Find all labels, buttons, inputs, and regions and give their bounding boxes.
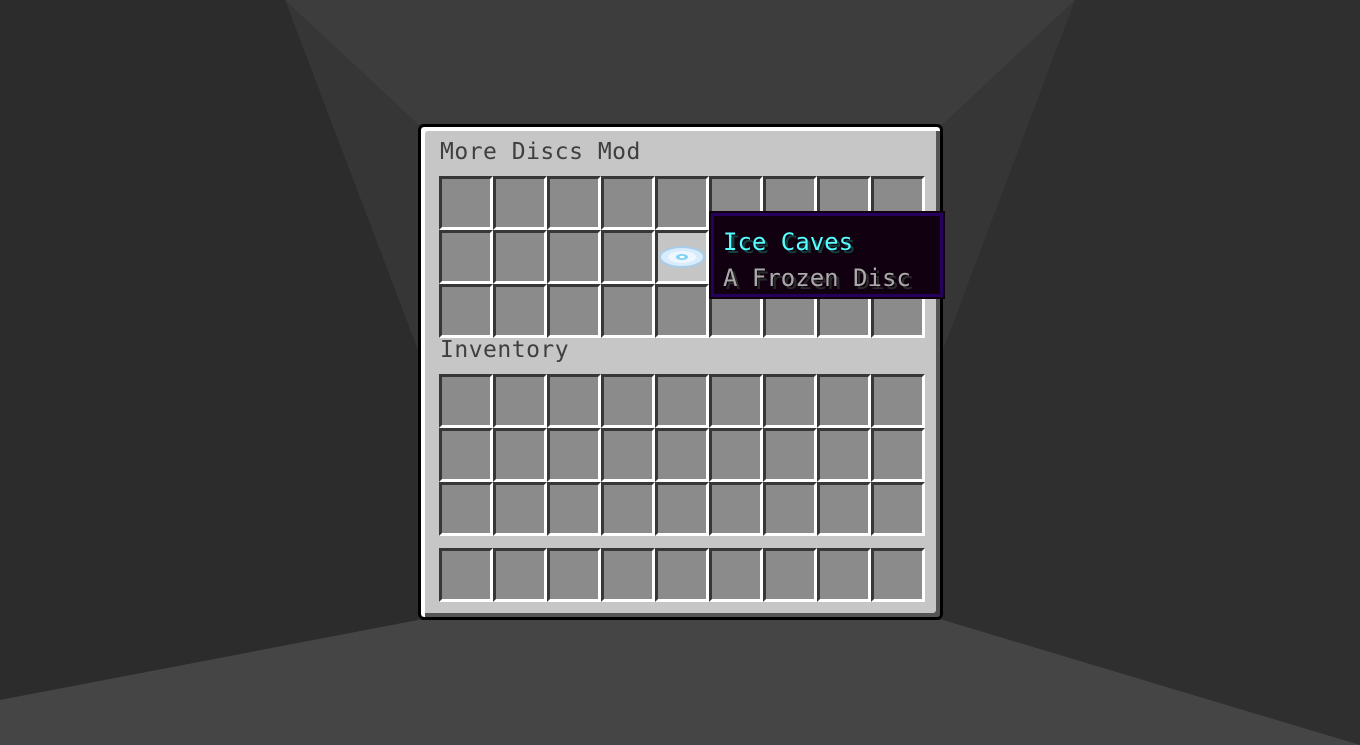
inventory-slot[interactable] xyxy=(601,374,655,428)
inventory-slot[interactable] xyxy=(601,428,655,482)
container-slot[interactable] xyxy=(655,284,709,338)
container-slot[interactable] xyxy=(439,176,493,230)
inventory-slot[interactable] xyxy=(493,428,547,482)
container-slot[interactable] xyxy=(439,230,493,284)
inventory-slot[interactable] xyxy=(709,374,763,428)
inventory-slot[interactable] xyxy=(493,482,547,536)
inventory-slot[interactable] xyxy=(601,482,655,536)
inventory-slot[interactable] xyxy=(709,428,763,482)
container-slot[interactable] xyxy=(439,284,493,338)
hotbar-grid xyxy=(439,548,925,602)
inventory-slot[interactable] xyxy=(871,374,925,428)
container-slot[interactable] xyxy=(655,176,709,230)
inventory-slot[interactable] xyxy=(547,374,601,428)
inventory-slot[interactable] xyxy=(817,374,871,428)
hotbar-slot[interactable] xyxy=(655,548,709,602)
hotbar-slot[interactable] xyxy=(601,548,655,602)
container-title: More Discs Mod xyxy=(440,139,641,165)
tooltip-title: Ice Caves xyxy=(723,228,854,256)
inventory-slot[interactable] xyxy=(817,428,871,482)
hotbar-slot[interactable] xyxy=(547,548,601,602)
inventory-slot[interactable] xyxy=(439,482,493,536)
inventory-slot[interactable] xyxy=(763,374,817,428)
inventory-grid xyxy=(439,374,925,536)
container-slot[interactable] xyxy=(547,176,601,230)
inventory-slot[interactable] xyxy=(655,374,709,428)
inventory-slot[interactable] xyxy=(763,428,817,482)
inventory-slot[interactable] xyxy=(547,428,601,482)
inventory-slot[interactable] xyxy=(655,482,709,536)
hotbar-slot[interactable] xyxy=(763,548,817,602)
container-slot[interactable] xyxy=(493,230,547,284)
inventory-slot[interactable] xyxy=(817,482,871,536)
container-window: More Discs Mod Inventory xyxy=(418,124,943,620)
container-slot[interactable] xyxy=(493,284,547,338)
inventory-slot[interactable] xyxy=(439,428,493,482)
hotbar-slot[interactable] xyxy=(439,548,493,602)
inventory-slot[interactable] xyxy=(547,482,601,536)
hotbar-slot[interactable] xyxy=(871,548,925,602)
tooltip-subtitle: A Frozen Disc xyxy=(723,264,911,292)
item-tooltip: Ice Caves A Frozen Disc xyxy=(709,211,945,299)
inventory-slot[interactable] xyxy=(709,482,763,536)
inventory-slot[interactable] xyxy=(871,482,925,536)
container-slot[interactable] xyxy=(601,176,655,230)
hotbar-slot[interactable] xyxy=(817,548,871,602)
inventory-slot[interactable] xyxy=(439,374,493,428)
ice-disc-icon[interactable] xyxy=(659,246,705,268)
hotbar-slot[interactable] xyxy=(493,548,547,602)
inventory-slot[interactable] xyxy=(871,428,925,482)
inventory-slot[interactable] xyxy=(493,374,547,428)
container-slot[interactable] xyxy=(601,284,655,338)
container-slot-hovered[interactable] xyxy=(655,230,709,284)
container-slot[interactable] xyxy=(547,230,601,284)
container-slot[interactable] xyxy=(493,176,547,230)
inventory-label: Inventory xyxy=(440,337,570,363)
hotbar-slot[interactable] xyxy=(709,548,763,602)
inventory-slot[interactable] xyxy=(655,428,709,482)
container-slot[interactable] xyxy=(547,284,601,338)
inventory-slot[interactable] xyxy=(763,482,817,536)
container-slot[interactable] xyxy=(601,230,655,284)
